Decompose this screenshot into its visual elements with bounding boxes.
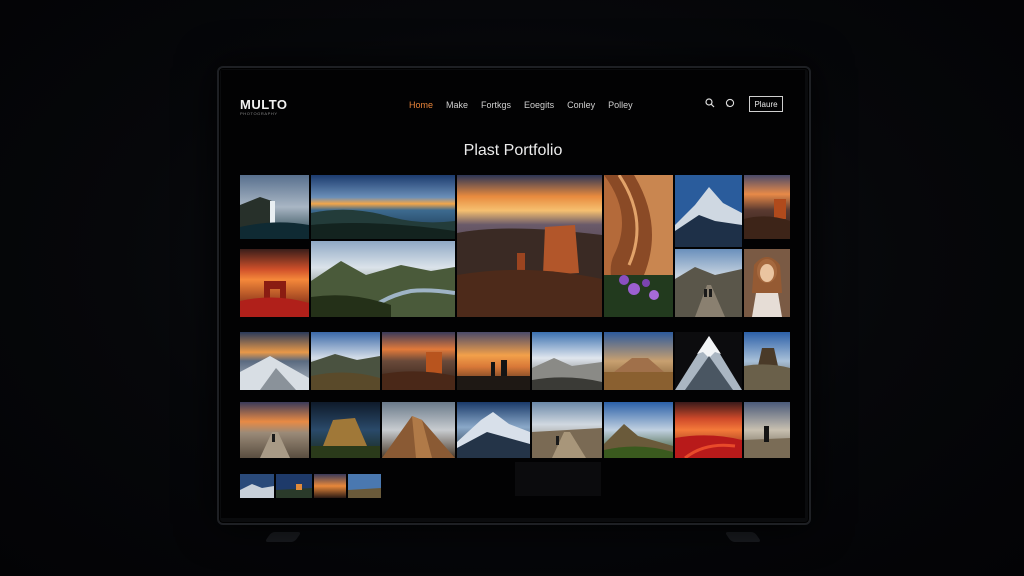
photo-thumb[interactable] (314, 474, 346, 498)
chat-icon[interactable] (725, 98, 735, 108)
search-icon[interactable] (705, 98, 715, 108)
portfolio-screen: MULTO PHOTOGRAPHY Home Make Fortkgs Eoeg… (221, 70, 805, 518)
nav-action-button[interactable]: Plaure (749, 96, 783, 112)
photo-tile[interactable] (311, 332, 380, 390)
site-logo[interactable]: MULTO (240, 97, 288, 112)
photo-tile[interactable] (744, 332, 790, 390)
photo-tile[interactable] (240, 249, 309, 317)
photo-tile[interactable] (240, 332, 309, 390)
photo-tile[interactable] (382, 332, 455, 390)
photo-thumb[interactable] (276, 474, 312, 498)
photo-tile[interactable] (675, 402, 742, 458)
scene: MULTO PHOTOGRAPHY Home Make Fortkgs Eoeg… (0, 0, 1024, 576)
photo-tile[interactable] (604, 175, 673, 317)
photo-tile[interactable] (675, 175, 742, 247)
photo-tile[interactable] (311, 402, 380, 458)
menu-item-home[interactable]: Home (409, 100, 433, 110)
tv-stand-right (724, 532, 762, 542)
photo-tile[interactable] (744, 175, 790, 239)
menu-item-fortkgs[interactable]: Fortkgs (481, 100, 511, 110)
photo-tile[interactable] (604, 332, 673, 390)
photo-tile[interactable] (457, 332, 530, 390)
top-nav: MULTO PHOTOGRAPHY Home Make Fortkgs Eoeg… (221, 70, 805, 140)
photo-tile[interactable] (240, 175, 309, 239)
site-logo-tagline: PHOTOGRAPHY (240, 111, 278, 116)
photo-tile[interactable] (744, 402, 790, 458)
photo-tile[interactable] (675, 249, 742, 317)
photo-tile-featured[interactable] (457, 175, 602, 317)
bottom-strip (515, 462, 601, 496)
photo-tile[interactable] (311, 175, 455, 239)
main-menu: Home Make Fortkgs Eoegits Conley Polley (409, 100, 633, 110)
photo-tile[interactable] (675, 332, 742, 390)
photo-tile-portrait[interactable] (744, 249, 790, 317)
photo-tile[interactable] (240, 402, 309, 458)
menu-item-conley[interactable]: Conley (567, 100, 595, 110)
photo-tile[interactable] (457, 402, 530, 458)
menu-item-eoegits[interactable]: Eoegits (524, 100, 554, 110)
nav-icon-group (705, 98, 735, 108)
photo-tile[interactable] (604, 402, 673, 458)
photo-tile[interactable] (382, 402, 455, 458)
photo-tile[interactable] (311, 241, 455, 317)
photo-thumb[interactable] (240, 474, 274, 498)
photo-thumb[interactable] (348, 474, 381, 498)
tv-stand-left (264, 532, 302, 542)
photo-tile[interactable] (532, 332, 602, 390)
menu-item-polley[interactable]: Polley (608, 100, 633, 110)
menu-item-make[interactable]: Make (446, 100, 468, 110)
page-title: Plast Portfolio (463, 142, 563, 159)
photo-tile[interactable] (532, 402, 602, 458)
